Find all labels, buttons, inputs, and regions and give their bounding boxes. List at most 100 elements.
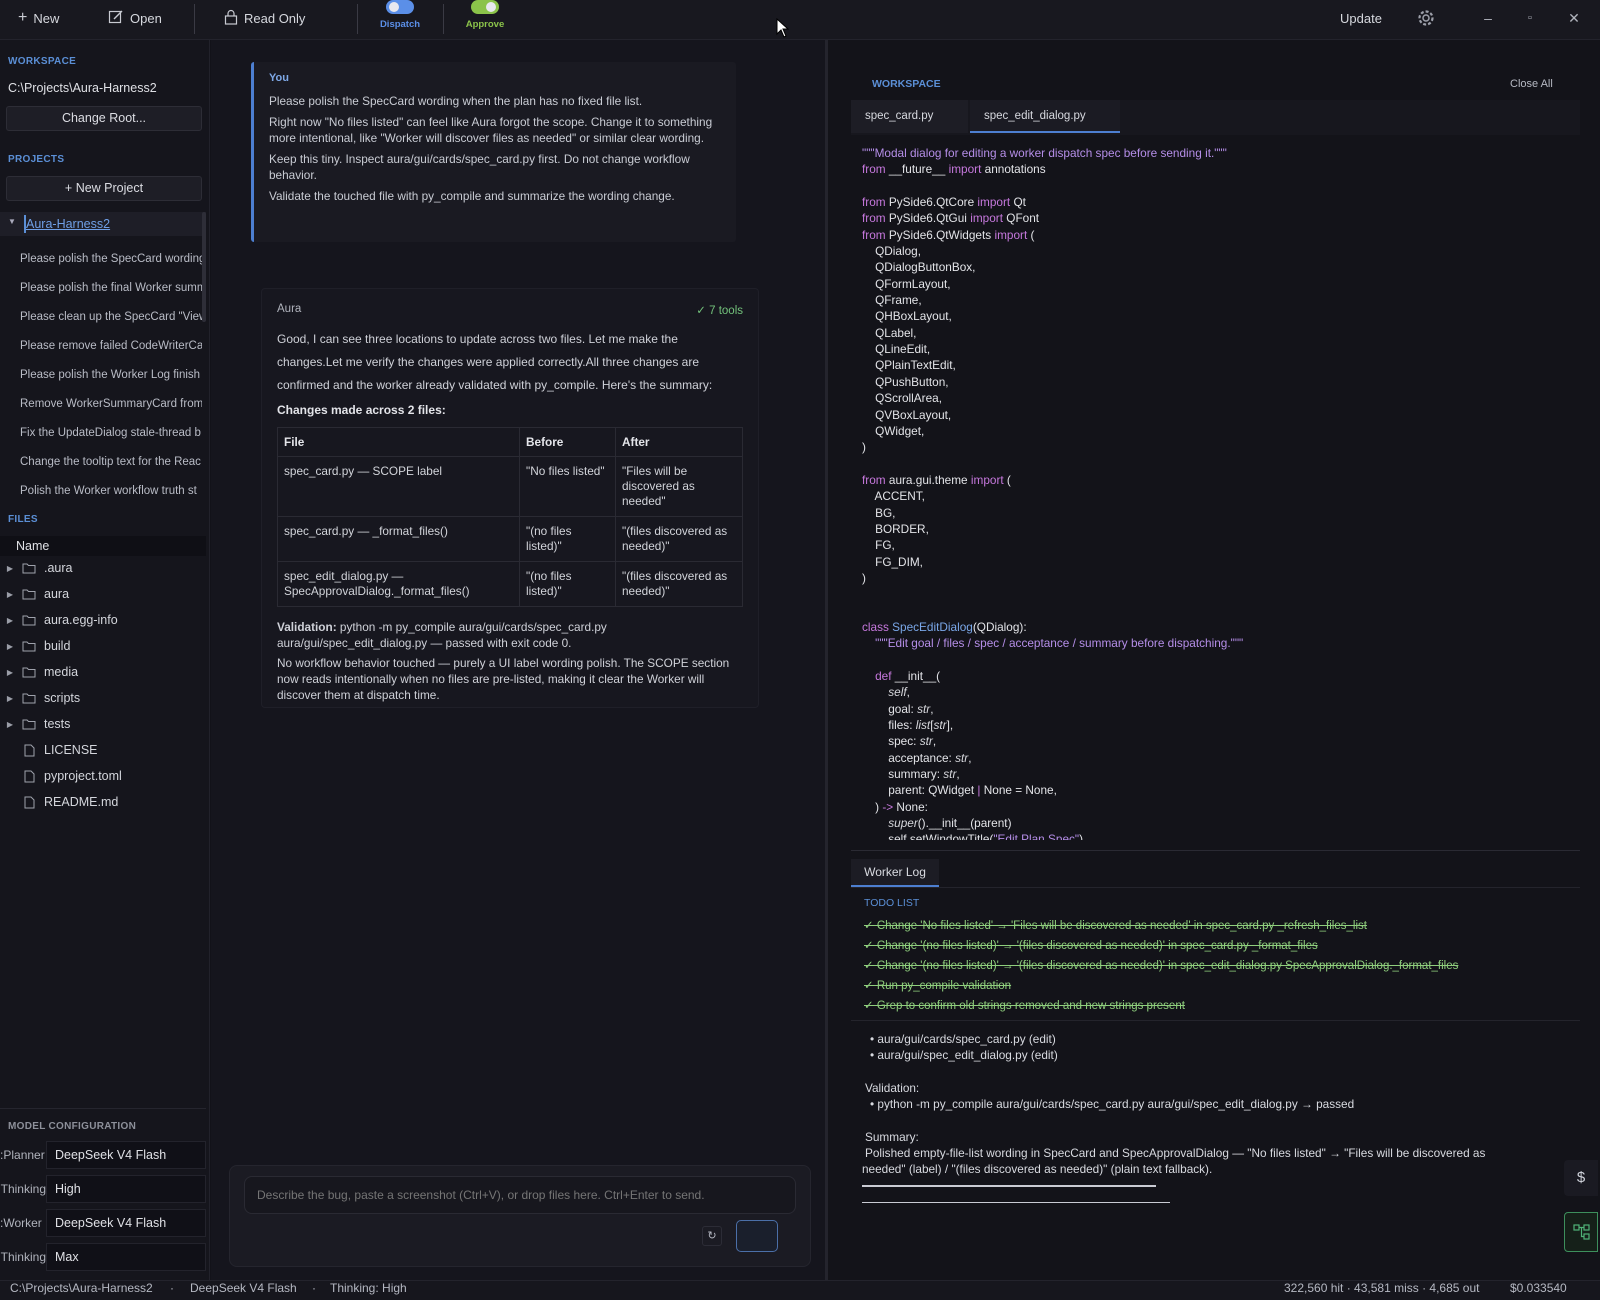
column-header: Before [519, 427, 616, 457]
todo-item: ✓ Change 'No files listed' → 'Files will… [864, 920, 1367, 932]
message-text: Validate the touched file with py_compil… [269, 189, 675, 203]
refresh-button[interactable]: ↻ [702, 1226, 722, 1246]
folder-icon [20, 561, 38, 575]
todo-item: ✓ Run py_compile validation [864, 980, 1012, 992]
file-tree-row[interactable]: ▶ aura.egg-info [0, 609, 206, 631]
project-thread-item[interactable]: Please clean up the SpecCard "View [20, 311, 202, 329]
project-thread-item[interactable]: Remove WorkerSummaryCard from [20, 398, 202, 416]
maximize-button[interactable]: ▫ [1518, 8, 1542, 28]
file-tree-row[interactable]: ▶ .aura [0, 557, 206, 579]
flow-button[interactable] [1564, 1212, 1598, 1252]
table-cell: spec_edit_dialog.py — SpecApprovalDialog… [277, 561, 520, 607]
divider [851, 1020, 1580, 1021]
folder-icon [20, 691, 38, 705]
open-label: Open [130, 10, 162, 26]
mouse-cursor-icon [776, 17, 790, 41]
toolbar-separator [194, 4, 195, 34]
file-name: LICENSE [44, 743, 98, 757]
project-thread-item[interactable]: Please polish the Worker Log finish [20, 369, 202, 387]
code-editor[interactable]: """Modal dialog for editing a worker dis… [862, 145, 1562, 840]
file-tree-row[interactable]: ▶ media [0, 661, 206, 683]
restore-icon: ▫ [1528, 12, 1532, 24]
message-author: You [269, 72, 289, 84]
file-tree-row[interactable]: ▶ scripts [0, 687, 206, 709]
status-separator: · [312, 1281, 316, 1295]
validation-label: Validation: [277, 620, 337, 634]
dispatch-toggle[interactable]: Dispatch [370, 0, 430, 36]
lock-icon [224, 9, 238, 28]
settings-button[interactable] [1416, 8, 1436, 31]
message-input[interactable] [244, 1176, 796, 1214]
file-name: build [44, 639, 71, 653]
project-thread-item[interactable]: Fix the UpdateDialog stale-thread b [20, 427, 202, 445]
file-tree-row[interactable]: README.md [0, 791, 206, 813]
close-window-button[interactable]: ✕ [1562, 8, 1586, 28]
validation-line: • python -m py_compile aura/gui/cards/sp… [870, 1097, 1355, 1111]
edited-file-line: • aura/gui/spec_edit_dialog.py (edit) [870, 1048, 1058, 1062]
summary-title: Summary: [865, 1130, 919, 1144]
table-cell: "(files discovered as needed)" [615, 561, 743, 607]
file-tree-row[interactable]: ▶ build [0, 635, 206, 657]
change-root-button[interactable]: Change Root... [6, 106, 202, 131]
assistant-message: Aura ✓ 7 tools Good, I can see three loc… [261, 288, 759, 708]
folder-icon [20, 613, 38, 627]
file-icon [20, 769, 38, 783]
dollar-icon: $ [1576, 1169, 1586, 1186]
update-button[interactable]: Update [1340, 6, 1382, 30]
new-button[interactable]: + New [18, 6, 59, 30]
message-text: Good, I can see three locations to updat… [277, 332, 713, 392]
planner-thinking-select[interactable]: High [46, 1175, 206, 1203]
cost-button[interactable]: $ [1564, 1160, 1598, 1196]
table-row: spec_card.py — _format_files() "(no file… [277, 516, 743, 562]
file-name: media [44, 665, 79, 679]
planner-model-select[interactable]: DeepSeek V4 Flash [46, 1141, 206, 1169]
edit-icon [108, 9, 124, 28]
approve-toggle[interactable]: Approve [455, 0, 515, 36]
tab-spec-card[interactable]: spec_card.py [851, 100, 968, 133]
refresh-icon: ↻ [707, 1230, 717, 1242]
send-button[interactable] [736, 1220, 778, 1252]
tab-worker-log[interactable]: Worker Log [851, 859, 939, 887]
file-tree-row[interactable]: pyproject.toml [0, 765, 206, 787]
read-only-button[interactable]: Read Only [224, 6, 305, 30]
file-tree-row[interactable]: ▶ aura [0, 583, 206, 605]
project-thread-item[interactable]: Please remove failed CodeWriterCa [20, 340, 202, 358]
files-column-header[interactable]: Name [0, 536, 206, 556]
workspace-section-title: WORKSPACE [8, 56, 77, 67]
toolbar-separator [357, 4, 358, 34]
new-project-button[interactable]: + New Project [6, 176, 202, 201]
status-separator: · [170, 1281, 174, 1295]
folder-icon [20, 639, 38, 653]
project-thread-item[interactable]: Polish the Worker workflow truth st [20, 485, 202, 503]
tab-spec-edit-dialog[interactable]: spec_edit_dialog.py [970, 100, 1120, 133]
chevron-right-icon: ▶ [6, 641, 14, 651]
project-row[interactable]: ▼ Aura-Harness2 [0, 212, 206, 236]
open-button[interactable]: Open [108, 6, 162, 30]
column-header: After [615, 427, 743, 457]
file-tree-row[interactable]: ▶ tests [0, 713, 206, 735]
file-tree-row[interactable]: LICENSE [0, 739, 206, 761]
table-header-row: File Before After [277, 427, 743, 457]
close-all-button[interactable]: Close All [1510, 78, 1553, 90]
planner-config-row: Planner: DeepSeek V4 Flash [0, 1141, 206, 1169]
project-thread-item[interactable]: Please polish the SpecCard wording [20, 253, 202, 271]
file-name: .aura [44, 561, 73, 575]
project-thread-item[interactable]: Change the tooltip text for the Reac [20, 456, 202, 474]
project-thread-item[interactable]: Please polish the final Worker summ [20, 282, 202, 300]
validation-paragraph: Validation: python -m py_compile aura/gu… [277, 619, 743, 651]
config-label: Thinking: [0, 1250, 46, 1264]
message-text: Please polish the SpecCard wording when … [269, 94, 643, 108]
rule-line [862, 1185, 1156, 1187]
worker-thinking-select[interactable]: Max [46, 1243, 206, 1271]
minimize-button[interactable]: – [1476, 8, 1500, 28]
file-name: aura.egg-info [44, 613, 118, 627]
config-label: Thinking: [0, 1182, 46, 1196]
summary-text: needed" (label) / "(files discovered as … [862, 1162, 1213, 1176]
tools-badge[interactable]: ✓ 7 tools [696, 303, 743, 317]
worker-config-row: Worker: DeepSeek V4 Flash [0, 1209, 206, 1237]
file-icon [20, 743, 38, 757]
worker-model-select[interactable]: DeepSeek V4 Flash [46, 1209, 206, 1237]
scrollbar[interactable] [202, 212, 206, 322]
file-name: README.md [44, 795, 119, 809]
new-label: New [33, 10, 60, 26]
